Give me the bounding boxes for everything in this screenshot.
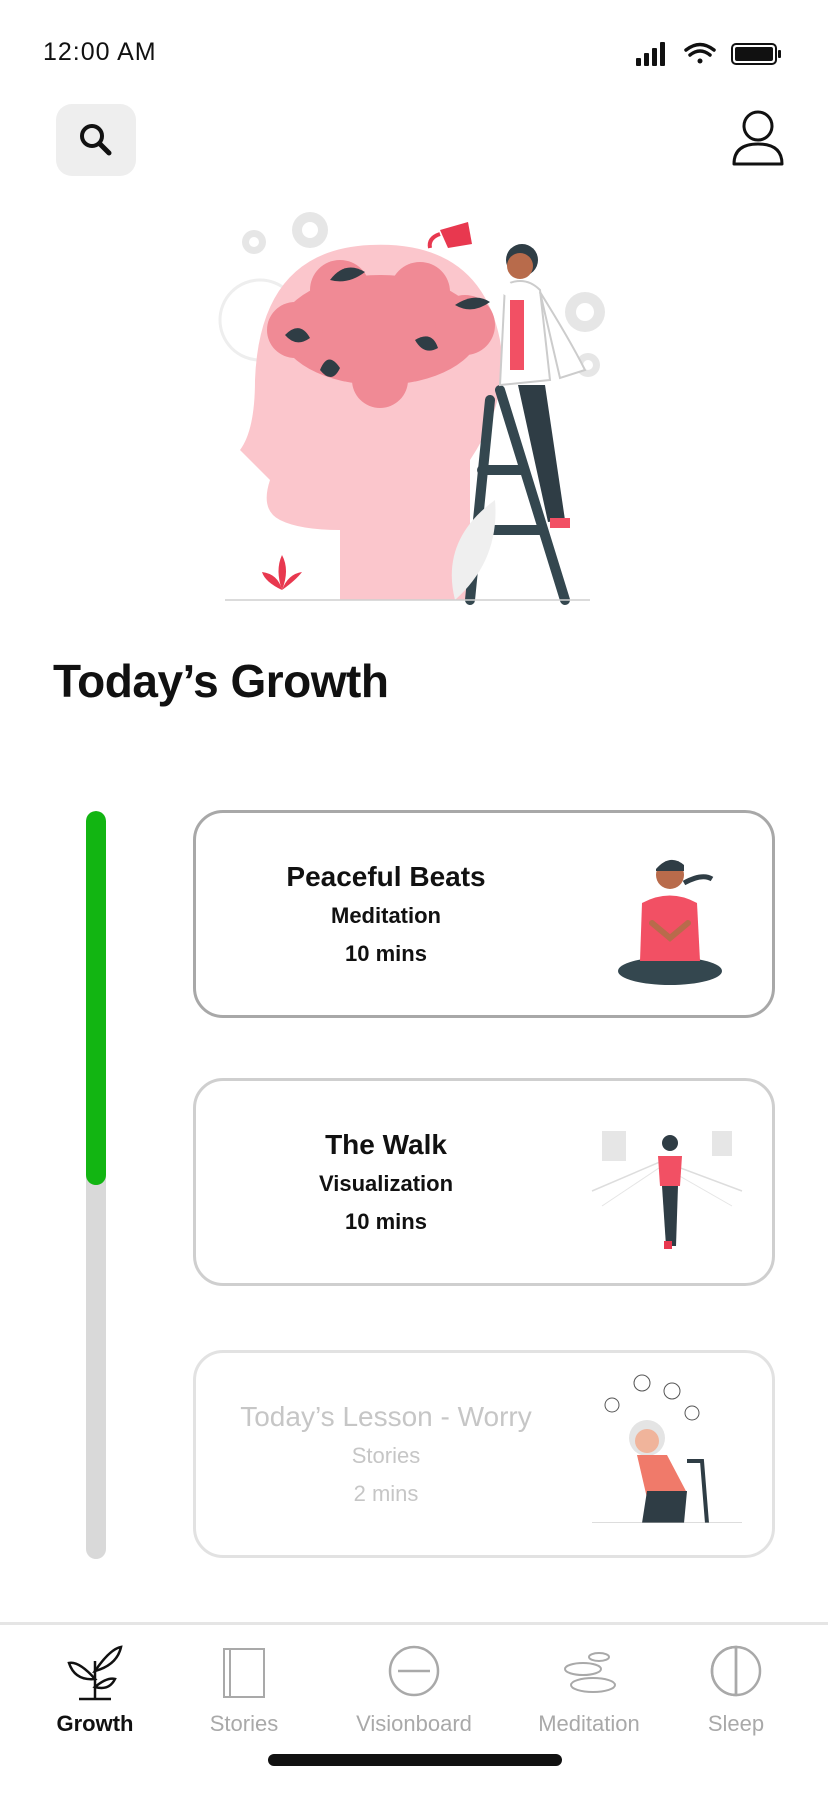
nav-label: Visionboard bbox=[356, 1711, 472, 1736]
session-card-the-walk[interactable]: The Walk Visualization 10 mins bbox=[193, 1078, 775, 1286]
nav-item-stories[interactable]: Stories bbox=[169, 1635, 319, 1755]
nav-item-sleep[interactable]: Sleep bbox=[661, 1635, 811, 1755]
card-duration: 2 mins bbox=[353, 1481, 419, 1506]
card-title: Peaceful Beats bbox=[286, 861, 486, 892]
user-icon[interactable] bbox=[730, 108, 786, 168]
question-bubbles bbox=[604, 1374, 700, 1421]
plant-icon bbox=[67, 1645, 123, 1701]
nav-item-meditation[interactable]: Meditation bbox=[514, 1635, 664, 1755]
nav-label: Growth bbox=[56, 1711, 134, 1736]
card-category: Meditation bbox=[331, 903, 441, 928]
page-title: Today’s Growth bbox=[53, 655, 389, 707]
bottom-nav: Growth Stories Visionboard Meditation Sl… bbox=[0, 1622, 828, 1795]
session-card-peaceful-beats[interactable]: Peaceful Beats Meditation 10 mins bbox=[193, 810, 775, 1018]
search-button[interactable] bbox=[56, 104, 136, 176]
hero-illustration bbox=[218, 212, 605, 605]
nav-item-visionboard[interactable]: Visionboard bbox=[339, 1635, 489, 1755]
nav-item-growth[interactable]: Growth bbox=[20, 1635, 170, 1755]
book-icon bbox=[223, 1648, 265, 1698]
search-icon bbox=[80, 124, 112, 156]
moon-icon bbox=[710, 1645, 762, 1697]
card-title: Today’s Lesson - Worry bbox=[240, 1401, 532, 1432]
nav-label: Meditation bbox=[538, 1711, 640, 1736]
stones-icon bbox=[564, 1652, 616, 1693]
status-time: 12:00 AM bbox=[43, 38, 157, 66]
signal-icon bbox=[636, 42, 665, 66]
walking-illustration bbox=[591, 1131, 743, 1249]
sprout bbox=[262, 555, 302, 590]
visionboard-icon bbox=[388, 1645, 440, 1697]
worried-person-illustration bbox=[592, 1374, 742, 1523]
progress-track bbox=[86, 811, 106, 1559]
card-title: The Walk bbox=[325, 1129, 447, 1160]
session-card-worry-lesson[interactable]: Today’s Lesson - Worry Stories 2 mins bbox=[193, 1350, 775, 1558]
home-indicator[interactable] bbox=[268, 1754, 562, 1766]
status-icons bbox=[636, 42, 781, 66]
card-duration: 10 mins bbox=[345, 1209, 427, 1234]
nav-label: Stories bbox=[209, 1711, 279, 1736]
progress-fill bbox=[86, 811, 106, 1185]
meditation-illustration bbox=[618, 859, 722, 985]
card-category: Stories bbox=[351, 1443, 421, 1468]
wifi-icon bbox=[684, 42, 716, 64]
card-duration: 10 mins bbox=[345, 941, 427, 966]
card-category: Visualization bbox=[318, 1171, 454, 1196]
nav-label: Sleep bbox=[707, 1711, 765, 1736]
battery-icon bbox=[731, 43, 781, 65]
